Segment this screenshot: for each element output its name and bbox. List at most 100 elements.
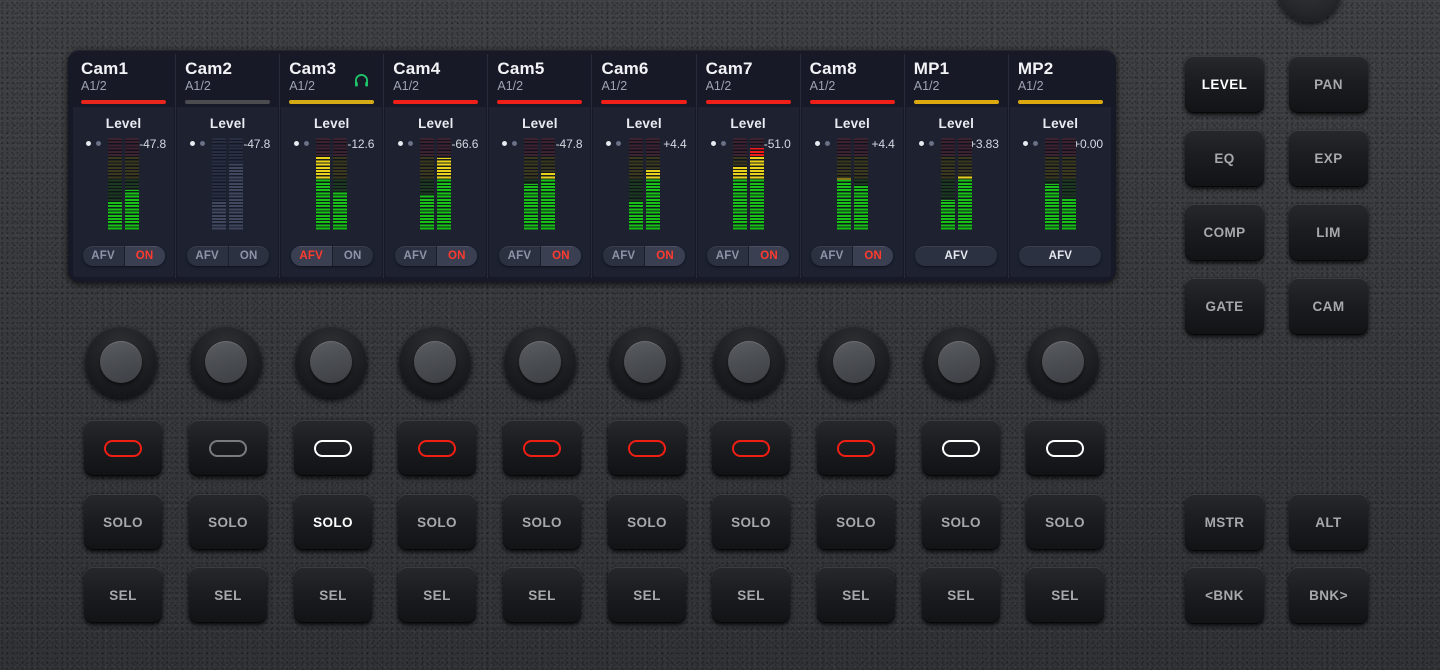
sel-button[interactable]: SEL	[503, 567, 581, 623]
function-button-comp[interactable]: COMP	[1185, 204, 1264, 261]
solo-button[interactable]: SOLO	[608, 494, 686, 550]
function-button-level[interactable]: LEVEL	[1185, 56, 1264, 113]
afv-button[interactable]: AFV	[291, 246, 332, 266]
function-button-lim[interactable]: LIM	[1289, 204, 1368, 261]
channel-on-button[interactable]	[712, 420, 790, 476]
meter-row: +4.4	[593, 131, 694, 246]
afv-on-button-group[interactable]: AFV ON	[291, 246, 373, 266]
afv-on-button-group[interactable]: AFV ON	[603, 246, 685, 266]
on-button[interactable]: ON	[436, 246, 477, 266]
afv-on-button-group[interactable]: AFV ON	[707, 246, 789, 266]
afv-on-button-group[interactable]: AFV ON	[499, 246, 581, 266]
level-label: Level	[210, 116, 246, 131]
channel-on-button[interactable]	[503, 420, 581, 476]
function-button-eq[interactable]: EQ	[1185, 130, 1264, 187]
function-button-pan[interactable]: PAN	[1289, 56, 1368, 113]
afv-button[interactable]: AFV	[395, 246, 436, 266]
afv-button[interactable]: AFV	[499, 246, 540, 266]
on-button[interactable]: ON	[748, 246, 789, 266]
on-button[interactable]: ON	[852, 246, 893, 266]
nav-button-alt[interactable]: ALT	[1289, 494, 1368, 551]
on-indicator-icon	[314, 440, 352, 457]
function-button-gate[interactable]: GATE	[1185, 278, 1264, 335]
nav-button-bnk[interactable]: BNK>	[1289, 567, 1368, 624]
channel-knob[interactable]	[190, 326, 262, 398]
sel-button[interactable]: SEL	[608, 567, 686, 623]
afv-on-button-group[interactable]: AFV ON	[811, 246, 893, 266]
sel-button[interactable]: SEL	[922, 567, 1000, 623]
meter-indicator-dot	[408, 141, 413, 146]
afv-button-group[interactable]: AFV	[1019, 246, 1101, 266]
channel-knob[interactable]	[399, 326, 471, 398]
afv-button[interactable]: AFV	[187, 246, 228, 266]
channel-on-button[interactable]	[817, 420, 895, 476]
afv-button[interactable]: AFV	[83, 246, 124, 266]
level-meter-right	[750, 138, 764, 230]
sel-button[interactable]: SEL	[817, 567, 895, 623]
nav-button-mstr[interactable]: MSTR	[1185, 494, 1264, 551]
afv-button[interactable]: AFV	[603, 246, 644, 266]
afv-button[interactable]: AFV	[707, 246, 748, 266]
channel-on-button[interactable]	[294, 420, 372, 476]
sel-button[interactable]: SEL	[84, 567, 162, 623]
solo-button[interactable]: SOLO	[189, 494, 267, 550]
afv-button[interactable]: AFV	[915, 246, 997, 266]
sel-button[interactable]: SEL	[398, 567, 476, 623]
nav-button-bnk[interactable]: <BNK	[1185, 567, 1264, 624]
solo-button[interactable]: SOLO	[817, 494, 895, 550]
channel-bus-label: A1/2	[1018, 79, 1112, 94]
on-button[interactable]: ON	[332, 246, 373, 266]
master-encoder-knob[interactable]	[1277, 0, 1341, 22]
afv-button[interactable]: AFV	[1019, 246, 1101, 266]
afv-on-button-group[interactable]: AFV ON	[83, 246, 165, 266]
level-label: Level	[522, 116, 558, 131]
sel-button[interactable]: SEL	[1026, 567, 1104, 623]
channel-on-button[interactable]	[922, 420, 1000, 476]
afv-on-button-group[interactable]: AFV ON	[187, 246, 269, 266]
afv-button[interactable]: AFV	[811, 246, 852, 266]
channel-knob[interactable]	[295, 326, 367, 398]
channel-on-button[interactable]	[1026, 420, 1104, 476]
level-value: +4.4	[663, 137, 686, 151]
channel-on-button[interactable]	[398, 420, 476, 476]
channel-knob[interactable]	[923, 326, 995, 398]
channel-on-button[interactable]	[189, 420, 267, 476]
solo-button[interactable]: SOLO	[503, 494, 581, 550]
on-button[interactable]: ON	[228, 246, 269, 266]
solo-button[interactable]: SOLO	[1026, 494, 1104, 550]
sel-button[interactable]: SEL	[189, 567, 267, 623]
channel-on-button[interactable]	[84, 420, 162, 476]
channel-body: Level -47.8 AFV ON	[73, 107, 174, 277]
channel-bus-label: A1/2	[601, 79, 695, 94]
on-button[interactable]: ON	[124, 246, 165, 266]
indicator-dots	[502, 141, 517, 146]
solo-button[interactable]: SOLO	[294, 494, 372, 550]
solo-button[interactable]: SOLO	[398, 494, 476, 550]
function-button-cam[interactable]: CAM	[1289, 278, 1368, 335]
on-button[interactable]: ON	[644, 246, 685, 266]
channel-knob[interactable]	[818, 326, 890, 398]
afv-button-group[interactable]: AFV	[915, 246, 997, 266]
meter-indicator-dot	[96, 141, 101, 146]
knob-cap	[1042, 341, 1084, 383]
solo-button[interactable]: SOLO	[712, 494, 790, 550]
channel-header: MP1 A1/2	[905, 54, 1008, 107]
function-button-exp[interactable]: EXP	[1289, 130, 1368, 187]
level-meter-left	[212, 138, 226, 230]
channel-knob[interactable]	[609, 326, 681, 398]
solo-button[interactable]: SOLO	[922, 494, 1000, 550]
channel-knob[interactable]	[504, 326, 576, 398]
channel-strip: Cam6 A1/2 Level +4.4 AFV ON	[592, 54, 696, 278]
meter-indicator-dot	[86, 141, 91, 146]
knob-cap	[519, 341, 561, 383]
afv-on-button-group[interactable]: AFV ON	[395, 246, 477, 266]
on-button[interactable]: ON	[540, 246, 581, 266]
sel-button[interactable]: SEL	[294, 567, 372, 623]
sel-button[interactable]: SEL	[712, 567, 790, 623]
knob-cap	[414, 341, 456, 383]
channel-knob[interactable]	[85, 326, 157, 398]
solo-button[interactable]: SOLO	[84, 494, 162, 550]
channel-on-button[interactable]	[608, 420, 686, 476]
channel-knob[interactable]	[1027, 326, 1099, 398]
channel-knob[interactable]	[713, 326, 785, 398]
